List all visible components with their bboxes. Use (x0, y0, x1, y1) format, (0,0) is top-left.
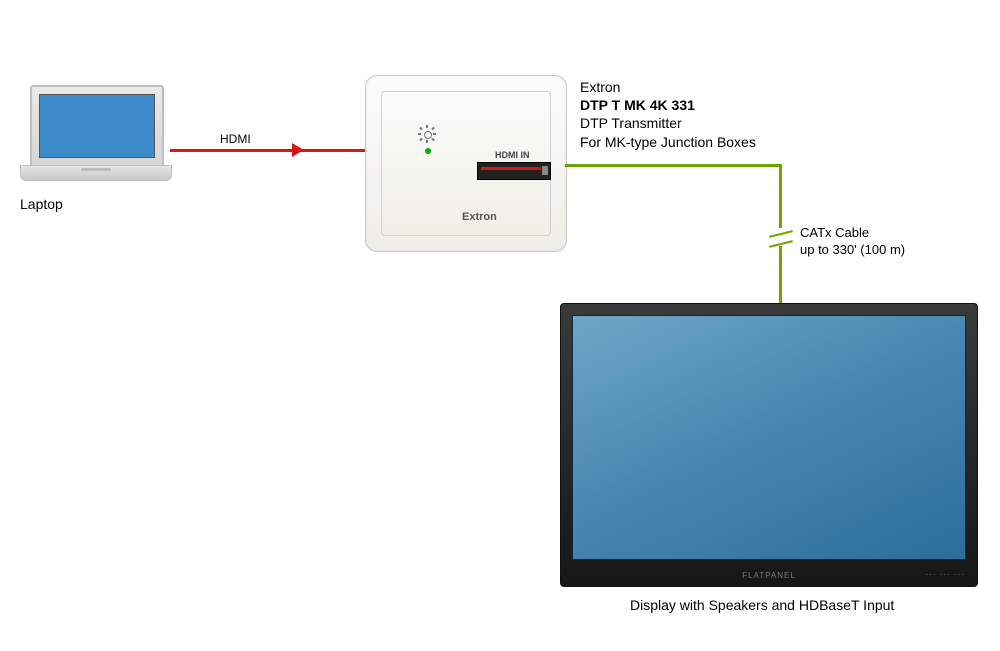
wall-plate-device: HDMI IN Extron (365, 75, 567, 252)
display-brand-mark: FLATPANEL (742, 571, 796, 580)
catx-cable-horizontal (565, 164, 781, 167)
wall-plate-inner: HDMI IN Extron (381, 91, 551, 236)
status-led-icon (425, 148, 431, 154)
plate-logo: Extron (462, 211, 497, 223)
display-device: FLATPANEL ··· ··· ··· (560, 303, 978, 587)
product-line2: For MK-type Junction Boxes (580, 134, 756, 150)
hdmi-in-port (477, 162, 551, 180)
product-description: Extron DTP T MK 4K 331 DTP Transmitter F… (580, 78, 756, 151)
laptop-device (20, 85, 170, 185)
display-screen (572, 315, 966, 560)
catx-label-line2: up to 330' (100 m) (800, 242, 905, 257)
laptop-screen (30, 85, 164, 166)
hdmi-cable-label: HDMI (220, 132, 251, 148)
product-model: DTP T MK 4K 331 (580, 97, 695, 113)
display-port-dots: ··· ··· ··· (926, 570, 965, 579)
laptop-base (20, 165, 172, 181)
product-brand: Extron (580, 79, 620, 95)
laptop-label: Laptop (20, 195, 63, 213)
product-line1: DTP Transmitter (580, 115, 682, 131)
hdmi-port-label: HDMI IN (495, 150, 530, 160)
display-caption: Display with Speakers and HDBaseT Input (630, 596, 894, 614)
hdmi-arrow-icon (292, 143, 304, 157)
catx-cable-label: CATx Cable up to 330' (100 m) (800, 225, 905, 259)
brightness-icon (420, 127, 434, 141)
catx-label-line1: CATx Cable (800, 225, 869, 240)
